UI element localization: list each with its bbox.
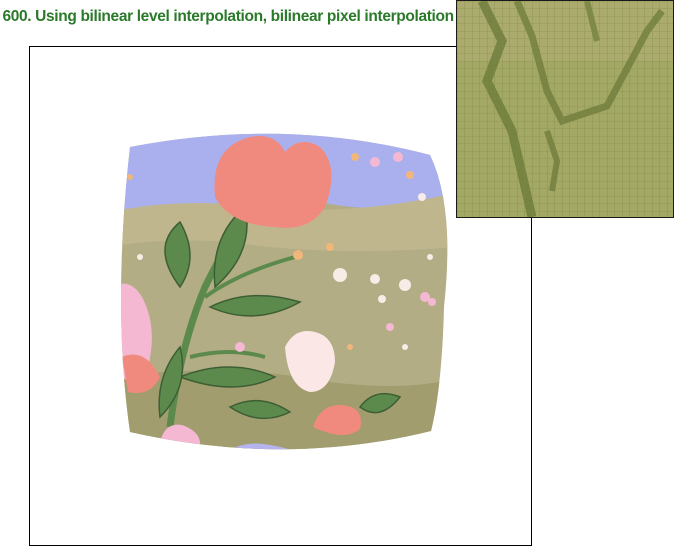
zoom-inset <box>456 0 674 218</box>
red-flower <box>214 136 332 228</box>
zoomed-pixels <box>457 1 673 217</box>
